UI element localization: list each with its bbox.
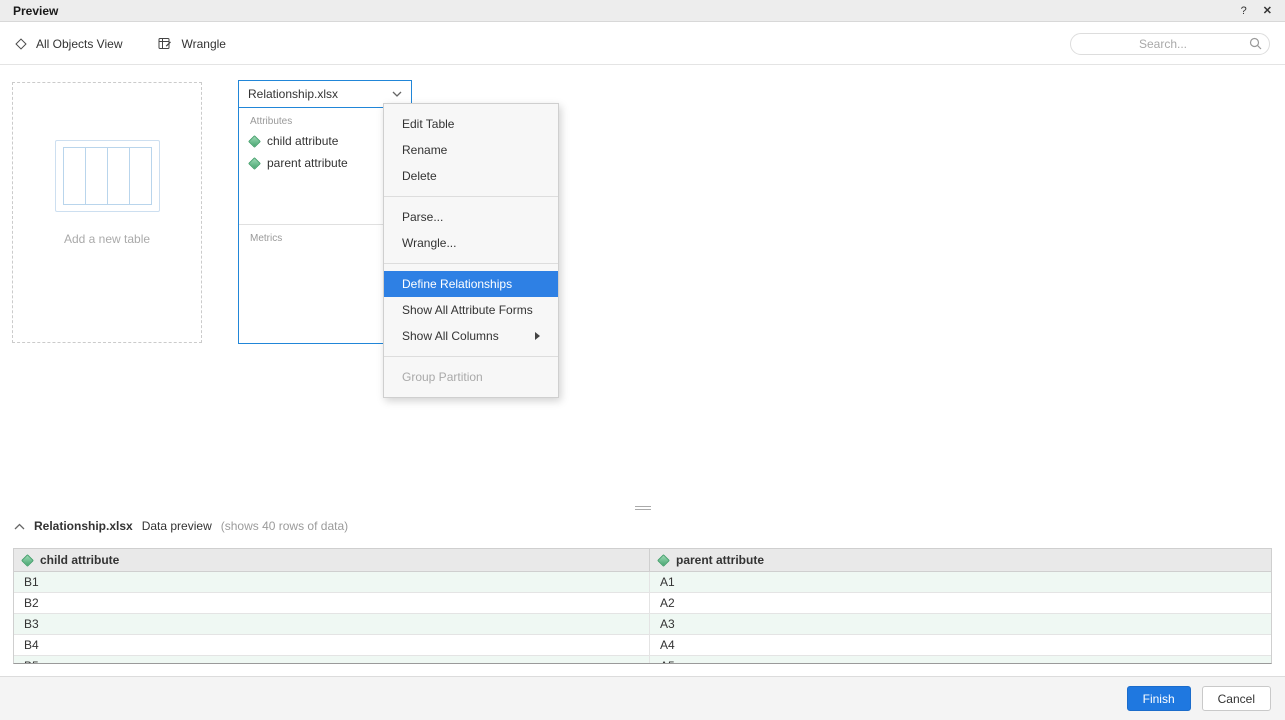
wrangle-label: Wrangle xyxy=(181,37,225,51)
table-cell: B2 xyxy=(14,593,649,613)
window-title: Preview xyxy=(13,4,58,18)
column-header-parent-attribute[interactable]: parent attribute xyxy=(649,549,1271,571)
data-preview-header: Relationship.xlsx Data preview (shows 40… xyxy=(0,507,1285,533)
table-cell: A2 xyxy=(649,593,1271,613)
table-illustration-icon xyxy=(55,140,160,212)
splitter-handle[interactable] xyxy=(635,504,651,510)
attribute-name: child attribute xyxy=(267,134,338,148)
diamond-outline-icon xyxy=(15,38,26,49)
show-all-columns-label: Show All Columns xyxy=(402,329,499,343)
table-header-row: child attribute parent attribute xyxy=(14,549,1271,572)
cancel-button[interactable]: Cancel xyxy=(1202,686,1271,711)
attribute-diamond-icon xyxy=(21,554,34,567)
help-icon[interactable]: ? xyxy=(1241,5,1247,17)
table-cell: A3 xyxy=(649,614,1271,634)
wrangle-button[interactable]: Wrangle xyxy=(158,37,225,51)
table-row: B5 A5 xyxy=(14,656,1271,664)
data-preview-panel: Relationship.xlsx Data preview (shows 40… xyxy=(0,507,1285,676)
data-preview-table: child attribute parent attribute B1 A1 B… xyxy=(13,548,1272,664)
search-box xyxy=(1070,33,1270,55)
table-row: B3 A3 xyxy=(14,614,1271,635)
attribute-diamond-icon xyxy=(657,554,670,567)
table-cell: B1 xyxy=(14,572,649,592)
preview-table-name: Relationship.xlsx xyxy=(34,519,133,533)
canvas: Add a new table Relationship.xlsx Attrib… xyxy=(0,66,1285,507)
table-row: B4 A4 xyxy=(14,635,1271,656)
search-icon[interactable] xyxy=(1249,37,1262,50)
column-header-child-attribute[interactable]: child attribute xyxy=(14,549,649,571)
menu-item-parse[interactable]: Parse... xyxy=(384,204,558,230)
table-cell: A1 xyxy=(649,572,1271,592)
attribute-diamond-icon xyxy=(248,135,261,148)
attribute-name: parent attribute xyxy=(267,156,348,170)
add-table-label: Add a new table xyxy=(64,232,150,246)
menu-group: Edit Table Rename Delete xyxy=(384,104,558,196)
table-context-menu: Edit Table Rename Delete Parse... Wrangl… xyxy=(383,103,559,398)
rows-note: (shows 40 rows of data) xyxy=(221,519,348,533)
table-cell: B4 xyxy=(14,635,649,655)
menu-item-rename[interactable]: Rename xyxy=(384,137,558,163)
column-header-label: child attribute xyxy=(40,553,119,567)
menu-item-wrangle[interactable]: Wrangle... xyxy=(384,230,558,256)
table-cell: A5 xyxy=(649,656,1271,664)
submenu-arrow-icon xyxy=(535,332,540,340)
menu-item-delete[interactable]: Delete xyxy=(384,163,558,189)
menu-item-group-partition: Group Partition xyxy=(384,364,558,390)
finish-button[interactable]: Finish xyxy=(1127,686,1191,711)
all-objects-view-button[interactable]: All Objects View xyxy=(15,37,122,51)
data-preview-label: Data preview xyxy=(142,519,212,533)
footer-bar: Finish Cancel xyxy=(0,676,1285,720)
toolbar: All Objects View Wrangle xyxy=(0,23,1285,65)
add-table-dropzone[interactable]: Add a new table xyxy=(12,82,202,343)
menu-item-show-all-columns[interactable]: Show All Columns xyxy=(384,323,558,349)
attribute-diamond-icon xyxy=(248,157,261,170)
menu-item-define-relationships[interactable]: Define Relationships xyxy=(384,271,558,297)
table-cell: A4 xyxy=(649,635,1271,655)
search-input[interactable] xyxy=(1070,33,1270,55)
column-header-label: parent attribute xyxy=(676,553,764,567)
wrangle-icon xyxy=(158,37,172,50)
menu-item-show-all-attribute-forms[interactable]: Show All Attribute Forms xyxy=(384,297,558,323)
table-cell: B5 xyxy=(14,656,649,664)
table-row: B1 A1 xyxy=(14,572,1271,593)
menu-group: Define Relationships Show All Attribute … xyxy=(384,263,558,356)
title-bar: Preview ? ✕ xyxy=(0,0,1285,22)
menu-group: Group Partition xyxy=(384,356,558,397)
all-objects-view-label: All Objects View xyxy=(36,37,122,51)
table-card-title: Relationship.xlsx xyxy=(248,87,392,101)
menu-item-edit-table[interactable]: Edit Table xyxy=(384,111,558,137)
table-row: B2 A2 xyxy=(14,593,1271,614)
collapse-chevron-up-icon[interactable] xyxy=(14,523,25,530)
menu-group: Parse... Wrangle... xyxy=(384,196,558,263)
close-icon[interactable]: ✕ xyxy=(1263,4,1272,17)
table-cell: B3 xyxy=(14,614,649,634)
chevron-down-icon xyxy=(392,91,402,97)
